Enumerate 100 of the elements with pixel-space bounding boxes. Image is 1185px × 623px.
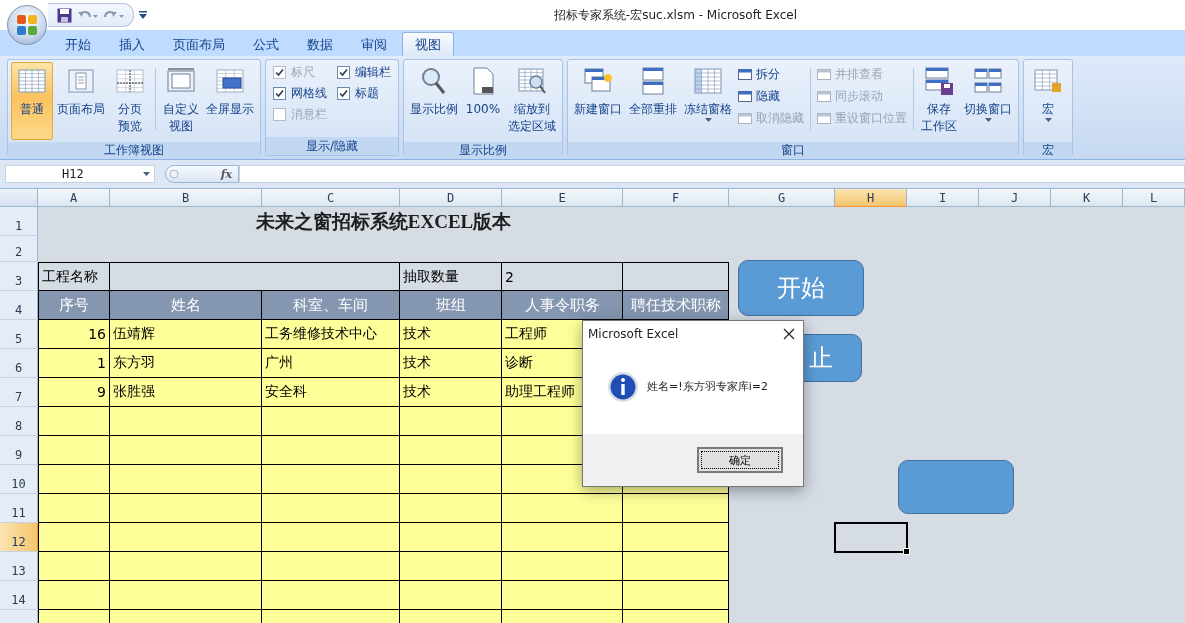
table-cell <box>38 407 110 436</box>
window-icon <box>738 91 752 102</box>
table-cell: 技术 <box>400 349 502 378</box>
ribbon-button[interactable]: 自定义 视图 <box>160 62 202 140</box>
caret-icon <box>143 172 150 176</box>
ribbon-tab[interactable]: 页面布局 <box>160 32 238 56</box>
close-button[interactable] <box>781 326 797 342</box>
ribbon-button[interactable]: 保存 工作区 <box>918 62 960 140</box>
column-header[interactable]: L <box>1123 189 1185 207</box>
checkbox[interactable] <box>273 87 286 100</box>
row-header[interactable]: 10 <box>0 465 38 494</box>
checkbox-option[interactable]: 网格线 <box>273 85 327 102</box>
group-label: 显示/隐藏 <box>305 137 358 155</box>
column-header[interactable]: D <box>400 189 502 207</box>
row-header[interactable]: 1 <box>0 207 38 236</box>
window-title: 招标专家系统-宏suc.xlsm - Microsoft Excel <box>553 6 797 24</box>
table-cell: 东方羽 <box>110 349 262 378</box>
group-label: 显示比例 <box>459 142 507 159</box>
table-cell: 16 <box>38 320 110 349</box>
window-icon <box>817 113 831 124</box>
table-cell: 伍靖辉 <box>110 320 262 349</box>
ribbon-button[interactable]: 全屏显示 <box>203 62 257 140</box>
table-cell: 工程名称 <box>38 262 110 291</box>
ribbon-tab[interactable]: 公式 <box>240 32 292 56</box>
ribbon-button[interactable]: 显示比例 <box>407 62 461 140</box>
close-icon <box>783 328 795 340</box>
ribbon-button[interactable]: 页面布局 <box>54 62 108 140</box>
row-header[interactable]: 4 <box>0 291 38 320</box>
ribbon-button[interactable]: 全部重排 <box>626 62 680 140</box>
column-heading: 聘任技术职称 <box>623 291 729 320</box>
ribbon-tab[interactable]: 视图 <box>402 32 454 56</box>
group-label: 工作簿视图 <box>104 142 164 159</box>
table-cell <box>38 465 110 494</box>
circle-icon <box>169 169 179 179</box>
table-cell: 广州 <box>262 349 400 378</box>
column-heading: 姓名 <box>110 291 262 320</box>
column-header[interactable]: I <box>907 189 979 207</box>
ribbon-button[interactable]: 冻结窗格 <box>681 62 735 140</box>
insert-function-button[interactable]: fx <box>220 167 232 181</box>
table-cell: 工务维修技术中心 <box>262 320 400 349</box>
formula-input[interactable] <box>239 165 1185 183</box>
checkbox[interactable] <box>337 87 350 100</box>
freeze-panes-icon <box>692 65 724 97</box>
ribbon-button[interactable]: 隐藏 <box>736 87 806 106</box>
row-header[interactable]: 2 <box>0 236 38 262</box>
column-header[interactable]: K <box>1051 189 1123 207</box>
ribbon-button[interactable]: 缩放到 选定区域 <box>505 62 559 140</box>
checkbox[interactable] <box>337 66 350 79</box>
table-cell: 安全科 <box>262 378 400 407</box>
office-logo-icon <box>16 14 38 36</box>
column-header[interactable]: J <box>979 189 1051 207</box>
row-header[interactable]: 3 <box>0 262 38 291</box>
column-header[interactable]: E <box>502 189 623 207</box>
window-icon <box>738 69 752 80</box>
ribbon-button[interactable]: 新建窗口 <box>571 62 625 140</box>
ribbon-button[interactable]: 100% <box>462 62 504 140</box>
table-cell <box>38 436 110 465</box>
ribbon-tab[interactable]: 审阅 <box>348 32 400 56</box>
row-header[interactable]: 13 <box>0 552 38 581</box>
ribbon-button[interactable]: 普通 <box>11 62 53 140</box>
column-heading: 人事令职务 <box>502 291 623 320</box>
ribbon-button[interactable]: 宏 <box>1027 62 1069 140</box>
ribbon-button[interactable]: 切换窗口 <box>961 62 1015 140</box>
row-header[interactable]: 6 <box>0 349 38 378</box>
column-heading: 科室、车间 <box>262 291 400 320</box>
table-cell <box>38 581 110 610</box>
table-cell: 1 <box>38 349 110 378</box>
column-header[interactable]: G <box>729 189 835 207</box>
ribbon-button[interactable]: 拆分 <box>736 65 806 84</box>
column-header[interactable]: C <box>262 189 400 207</box>
column-header[interactable]: B <box>110 189 262 207</box>
table-cell <box>38 523 110 552</box>
name-box[interactable]: H12 <box>5 165 155 183</box>
ok-button[interactable]: 确定 <box>697 447 783 473</box>
table-cell: 2 <box>502 262 623 291</box>
row-header[interactable]: 14 <box>0 581 38 610</box>
row-header[interactable]: 9 <box>0 436 38 465</box>
column-heading: 班组 <box>400 291 502 320</box>
row-header[interactable]: 5 <box>0 320 38 349</box>
group-label: 宏 <box>1042 142 1054 159</box>
table-cell <box>38 552 110 581</box>
window-icon <box>817 69 831 80</box>
group-label: 窗口 <box>781 142 805 159</box>
table-cell: 技术 <box>400 378 502 407</box>
ribbon-button[interactable]: 分页 预览 <box>109 62 151 140</box>
checkbox-option[interactable]: 标题 <box>337 85 391 102</box>
row-header[interactable]: 11 <box>0 494 38 523</box>
table-cell <box>38 494 110 523</box>
column-header[interactable]: A <box>38 189 110 207</box>
ribbon-tab[interactable]: 开始 <box>52 32 104 56</box>
ribbon-tab[interactable]: 插入 <box>106 32 158 56</box>
row-header[interactable]: 8 <box>0 407 38 436</box>
checkbox-option[interactable]: 编辑栏 <box>337 64 391 81</box>
row-header[interactable]: 7 <box>0 378 38 407</box>
row-header[interactable]: 12 <box>0 523 38 552</box>
column-header[interactable]: F <box>623 189 729 207</box>
save-workspace-icon <box>923 65 955 97</box>
ribbon-tab[interactable]: 数据 <box>294 32 346 56</box>
caret-icon <box>139 11 147 19</box>
column-header[interactable]: H <box>835 189 907 207</box>
